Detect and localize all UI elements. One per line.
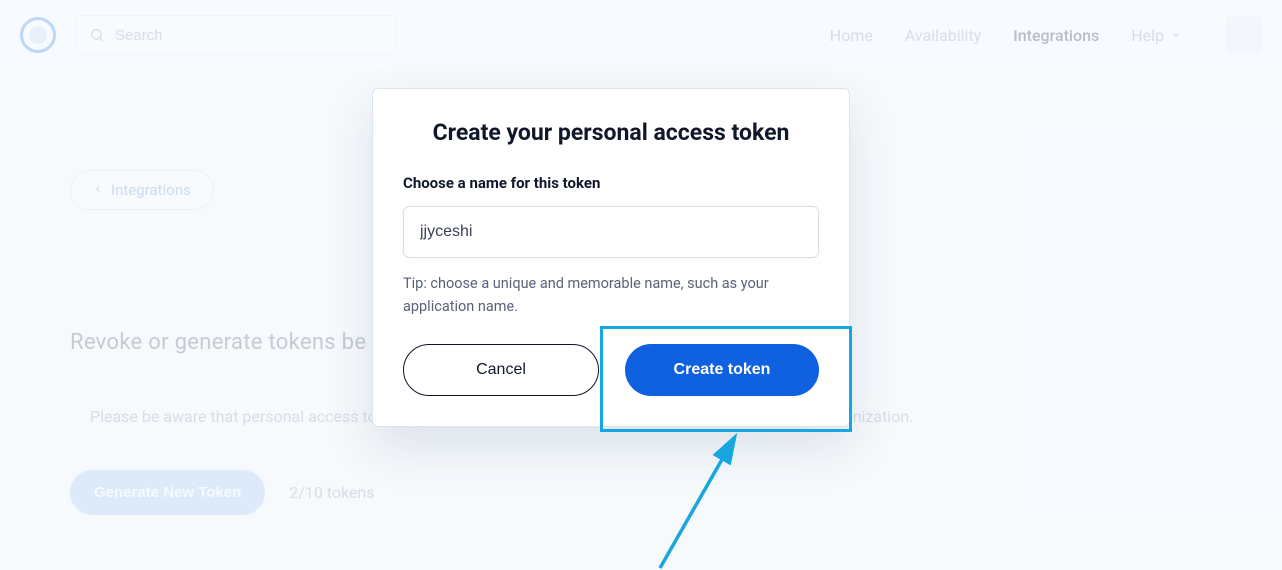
token-name-label: Choose a name for this token — [403, 174, 819, 192]
create-token-button[interactable]: Create token — [625, 344, 819, 396]
token-count: 2/10 tokens — [289, 483, 374, 502]
search-input[interactable] — [115, 27, 383, 44]
nav-help-label: Help — [1131, 26, 1164, 45]
nav-home[interactable]: Home — [830, 26, 873, 45]
create-token-modal: Create your personal access token Choose… — [372, 88, 850, 427]
nav-integrations[interactable]: Integrations — [1013, 26, 1099, 45]
search-icon — [89, 27, 105, 43]
nav-availability[interactable]: Availability — [905, 26, 981, 45]
chevron-down-icon — [1170, 26, 1182, 45]
modal-actions: Cancel Create token — [403, 344, 819, 396]
token-name-tip: Tip: choose a unique and memorable name,… — [403, 272, 819, 318]
nav-help[interactable]: Help — [1131, 26, 1182, 45]
search-field[interactable] — [76, 15, 396, 55]
avatar[interactable] — [1226, 17, 1262, 53]
modal-title: Create your personal access token — [403, 119, 819, 146]
token-name-input[interactable] — [403, 206, 819, 258]
chevron-left-icon — [93, 181, 103, 199]
app-logo — [20, 17, 56, 53]
cancel-button[interactable]: Cancel — [403, 344, 599, 396]
generate-row: Generate New Token 2/10 tokens — [70, 470, 1212, 515]
generate-new-token-button[interactable]: Generate New Token — [70, 470, 265, 515]
back-label: Integrations — [111, 181, 191, 199]
back-to-integrations-button[interactable]: Integrations — [70, 170, 214, 210]
primary-nav: Home Availability Integrations Help — [830, 17, 1262, 53]
top-bar: Home Availability Integrations Help — [0, 0, 1282, 70]
